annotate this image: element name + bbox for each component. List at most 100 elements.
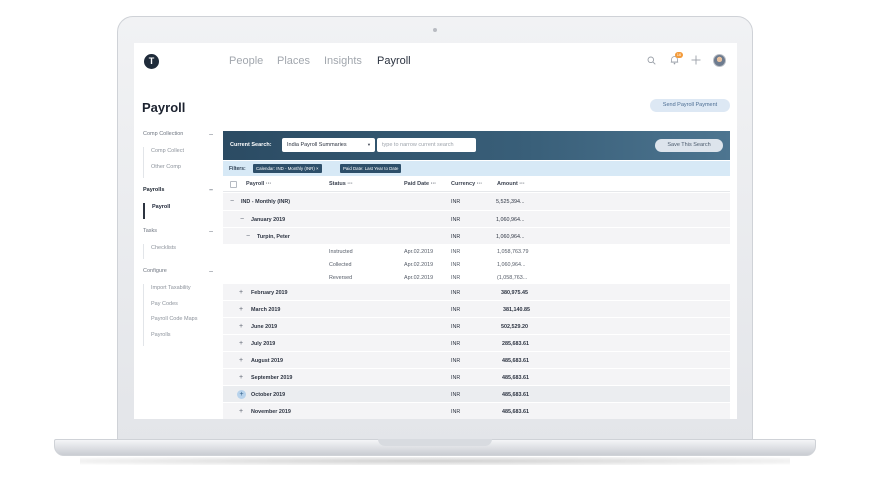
sidebar-section-comp-collection[interactable]: Comp Collection –	[143, 131, 213, 143]
sidebar-item-other-comp[interactable]: Other Comp	[144, 163, 213, 179]
close-icon[interactable]: ×	[316, 166, 319, 171]
more-icon: ···	[265, 181, 272, 187]
collapse-icon[interactable]: −	[230, 198, 234, 205]
table-row[interactable]: + October 2019 INR 485,683.61	[223, 386, 730, 403]
collapse-icon[interactable]: –	[209, 268, 213, 275]
amount: 485,683.61	[502, 409, 529, 415]
filter-bar: Filters: Calendar: IND - Monthly (INR) ×…	[223, 161, 730, 176]
sidebar-section-tasks[interactable]: Tasks –	[143, 228, 213, 240]
collapse-icon[interactable]: –	[209, 131, 213, 138]
more-icon: ···	[430, 181, 437, 187]
amount: 5,525,394...	[496, 199, 525, 205]
column-header-currency[interactable]: Currency ···	[451, 181, 482, 187]
collapse-icon[interactable]: –	[209, 228, 213, 235]
table-row[interactable]: + August 2019 INR 485,683.61	[223, 352, 730, 369]
sidebar-section-label: Payrolls	[143, 187, 165, 193]
sidebar-item-checklists[interactable]: Checklists	[144, 244, 213, 260]
sidebar: Comp Collection – Comp Collect Other Com…	[143, 131, 213, 355]
collapse-icon[interactable]: −	[246, 233, 250, 240]
sidebar-item-payroll-code-maps[interactable]: Payroll Code Maps	[144, 315, 213, 331]
payroll-name: March 2019	[251, 307, 281, 313]
currency: INR	[451, 341, 461, 347]
column-header-paid-date[interactable]: Paid Date ···	[404, 181, 436, 187]
currency: INR	[451, 290, 461, 296]
currency: INR	[451, 375, 461, 381]
table-row[interactable]: Reversed Apr.02.2019 INR (1,058,763...	[223, 271, 730, 284]
nav-insights[interactable]: Insights	[324, 55, 362, 67]
plus-icon[interactable]	[691, 55, 701, 65]
send-payroll-payment-button[interactable]: Send Payroll Payment	[650, 99, 730, 112]
table-header: Payroll ··· Status ··· Paid Date ··· Cur…	[223, 177, 730, 192]
table-row[interactable]: + February 2019 INR 380,975.45	[223, 284, 730, 301]
sidebar-section-label: Tasks	[143, 227, 158, 234]
payroll-name: October 2019	[251, 392, 286, 398]
column-header-payroll[interactable]: Payroll ···	[246, 181, 271, 187]
table-row[interactable]: + July 2019 INR 285,683.61	[223, 335, 730, 352]
table-row[interactable]: + November 2019 INR 485,683.61	[223, 403, 730, 419]
paid-date: Apr.02.2019	[404, 262, 434, 268]
amount: 1,060,964...	[496, 217, 525, 223]
expand-icon[interactable]: +	[239, 357, 243, 364]
camera-icon	[433, 28, 437, 32]
nav-places[interactable]: Places	[277, 55, 310, 67]
filter-chip-calendar[interactable]: Calendar: IND - Monthly (INR) ×	[253, 164, 322, 173]
table-row[interactable]: − IND - Monthly (INR) INR 5,525,394...	[223, 193, 730, 211]
expand-icon[interactable]: +	[239, 408, 243, 415]
expand-icon[interactable]: +	[239, 306, 243, 313]
nav-people[interactable]: People	[229, 55, 263, 67]
payroll-name: August 2019	[251, 358, 284, 364]
sidebar-section-payrolls[interactable]: Payrolls –	[143, 187, 213, 199]
save-search-button[interactable]: Save This Search	[655, 139, 723, 152]
table-row[interactable]: + September 2019 INR 485,683.61	[223, 369, 730, 386]
currency: INR	[451, 358, 461, 364]
currency: INR	[451, 324, 461, 330]
payroll-name: February 2019	[251, 290, 288, 296]
collapse-icon[interactable]: −	[240, 216, 244, 223]
expand-icon[interactable]: +	[239, 323, 243, 330]
sidebar-item-comp-collect[interactable]: Comp Collect	[144, 147, 213, 163]
table-row[interactable]: Collected Apr.02.2019 INR 1,060,964...	[223, 258, 730, 271]
sidebar-item-payrolls[interactable]: Payrolls	[144, 331, 213, 347]
amount: 285,683.61	[502, 341, 529, 347]
column-header-amount[interactable]: Amount ···	[497, 181, 525, 187]
column-header-status[interactable]: Status ···	[329, 181, 353, 187]
table-row[interactable]: + June 2019 INR 502,529.20	[223, 318, 730, 335]
table-row[interactable]: − Turpin, Peter INR 1,060,964...	[223, 228, 730, 245]
saved-search-select[interactable]: India Payroll Summaries ▼	[282, 138, 375, 152]
filter-chip-paid-date[interactable]: Paid Date: Last Year to Date	[340, 164, 402, 173]
payroll-name: June 2019	[251, 324, 278, 330]
currency: INR	[451, 392, 461, 398]
expand-icon[interactable]: +	[237, 390, 246, 399]
search-icon[interactable]	[647, 56, 656, 65]
currency: INR	[451, 262, 461, 268]
sidebar-section-configure[interactable]: Configure –	[143, 268, 213, 280]
collapse-icon[interactable]: –	[209, 187, 213, 194]
sidebar-item-payroll[interactable]: Payroll	[143, 203, 213, 219]
paid-date: Apr.02.2019	[404, 275, 434, 281]
amount: 1,058,763.79	[497, 249, 529, 255]
currency: INR	[451, 307, 461, 313]
search-input[interactable]	[377, 138, 476, 152]
table-row[interactable]: Instructed Apr.02.2019 INR 1,058,763.79	[223, 245, 730, 258]
sidebar-section-label: Configure	[143, 268, 167, 274]
app-logo[interactable]: T	[144, 54, 159, 69]
amount: 1,060,964...	[496, 234, 525, 240]
sidebar-item-pay-codes[interactable]: Pay Codes	[144, 300, 213, 316]
nav-payroll[interactable]: Payroll	[377, 55, 411, 67]
avatar[interactable]	[713, 54, 726, 67]
table-row[interactable]: + March 2019 INR 381,140.85	[223, 301, 730, 318]
currency: INR	[451, 249, 461, 255]
more-icon: ···	[476, 181, 483, 187]
notification-badge: 16	[675, 52, 683, 58]
payroll-name: IND - Monthly (INR)	[241, 199, 291, 205]
payroll-name: September 2019	[251, 375, 293, 381]
expand-icon[interactable]: +	[239, 374, 243, 381]
amount: 1,060,964...	[497, 262, 526, 268]
saved-search-value: India Payroll Summaries	[287, 142, 347, 148]
expand-icon[interactable]: +	[239, 289, 243, 296]
expand-icon[interactable]: +	[239, 340, 243, 347]
select-all-checkbox[interactable]	[230, 181, 237, 188]
currency: INR	[451, 275, 461, 281]
sidebar-item-import-taxability[interactable]: Import Taxability	[144, 284, 213, 300]
table-row[interactable]: − January 2019 INR 1,060,964...	[223, 211, 730, 228]
